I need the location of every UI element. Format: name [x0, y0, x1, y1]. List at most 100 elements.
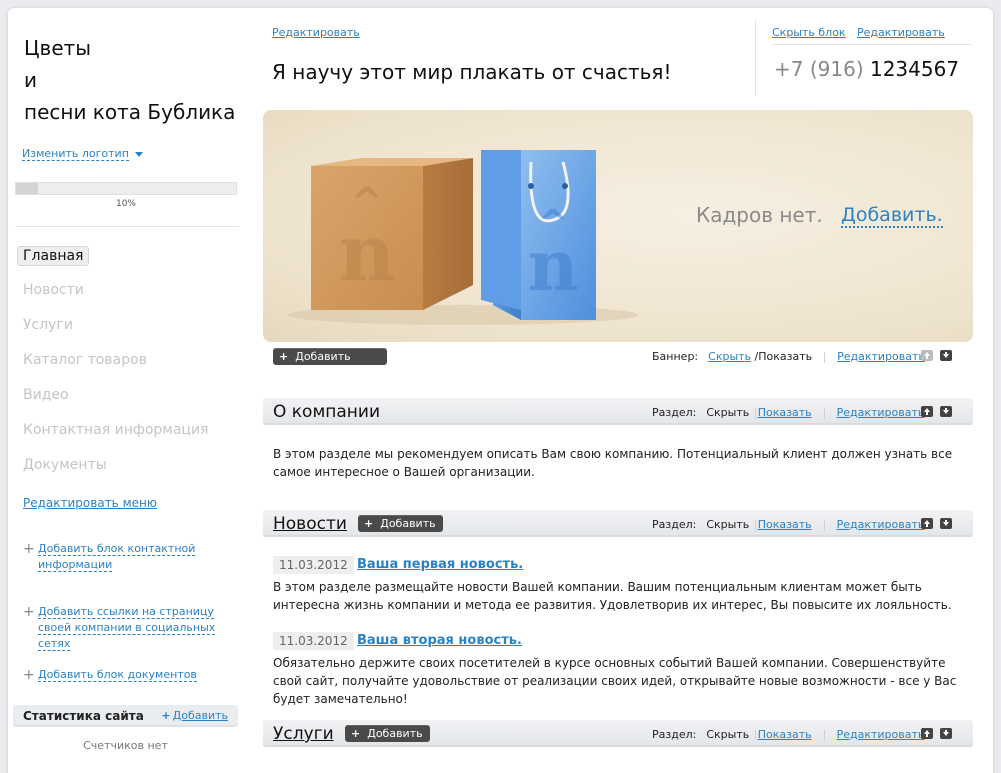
news-item-title[interactable]: Ваша первая новость. [357, 557, 523, 572]
section-controls-label: Раздел: [652, 406, 697, 419]
edit-contacts-label[interactable]: Редактировать [857, 26, 945, 39]
main-menu: Главная Новости Услуги Каталог товаров В… [16, 246, 208, 491]
menu-item-services[interactable]: Услуги [16, 316, 208, 351]
add-frame-button[interactable]: + Добавить кадр [273, 348, 387, 380]
stats-title: Статистика сайта [23, 709, 144, 723]
progress-label: 10% [115, 199, 136, 209]
add-social-links-label[interactable]: Добавить ссылки на страницу своей компан… [38, 605, 216, 651]
add-social-links[interactable]: + Добавить ссылки на страницу своей комп… [23, 604, 238, 652]
plus-icon: + [351, 727, 361, 740]
banner-empty-message: Кадров нет. [696, 203, 823, 227]
logo-line-2: и [24, 68, 37, 92]
edit-slogan-label[interactable]: Редактировать [272, 26, 360, 39]
plus-icon: + [364, 517, 374, 530]
services-title[interactable]: Услуги [273, 724, 334, 744]
plus-icon[interactable]: + [161, 709, 170, 722]
menu-item-contacts[interactable]: Контактная информация [16, 421, 208, 456]
plus-icon: + [23, 541, 35, 557]
site-logo: Цветы и песни кота Бублика [24, 32, 235, 128]
news-item-text: Обязательно держите своих посетителей в … [273, 656, 957, 706]
move-down-icon[interactable] [940, 350, 952, 361]
change-logo-link[interactable]: Изменить логотип [22, 147, 143, 161]
plus-icon: + [279, 350, 289, 363]
plus-icon: + [23, 667, 35, 683]
section-controls-label: Раздел: [652, 728, 697, 741]
news-title[interactable]: Новости [273, 514, 347, 534]
move-down-icon[interactable] [940, 406, 952, 417]
about-controls: Раздел: Скрыть Показать Редактировать [652, 406, 924, 419]
news-date: 11.03.2012 [273, 632, 354, 650]
progress-fill [16, 183, 38, 194]
add-contact-block[interactable]: + Добавить блок контактной информации [23, 541, 223, 573]
banner-edit-link[interactable]: Редактировать [837, 350, 925, 363]
section-hide-link[interactable]: Скрыть [706, 518, 749, 531]
move-up-icon[interactable] [921, 350, 933, 361]
menu-item-label[interactable]: Главная [17, 246, 90, 266]
site-slogan: Я научу этот мир плакать от счастья! [272, 60, 672, 84]
add-contact-block-label[interactable]: Добавить блок контактной информации [38, 542, 196, 572]
edit-menu-label[interactable]: Редактировать меню [23, 496, 157, 510]
banner-controls: Баннер: Скрыть /Показать Редактировать [652, 350, 925, 363]
site-stats-bar: Статистика сайта + Добавить [13, 705, 238, 727]
news-item-text: В этом разделе размещайте новости Вашей … [273, 580, 952, 612]
section-show-link[interactable]: Показать [758, 728, 812, 741]
section-edit-link[interactable]: Редактировать [837, 406, 925, 419]
svg-text:^: ^ [538, 203, 568, 244]
banner-hide-link[interactable]: Скрыть [708, 350, 751, 363]
menu-item-catalog[interactable]: Каталог товаров [16, 351, 208, 386]
no-counters-text: Счетчиков нет [83, 739, 168, 752]
menu-item-video[interactable]: Видео [16, 386, 208, 421]
divider [772, 44, 972, 45]
phone-code: +7 (916) [774, 57, 864, 81]
news-controls: Раздел: Скрыть Показать Редактировать [652, 518, 924, 531]
move-up-icon[interactable] [921, 728, 933, 739]
section-edit-link[interactable]: Редактировать [837, 518, 925, 531]
add-service-label: Добавить [367, 727, 423, 740]
banner-controls-label: Баннер: [652, 350, 699, 363]
fill-progress-bar [15, 182, 237, 195]
about-title: О компании [273, 402, 381, 422]
section-controls-label: Раздел: [652, 518, 697, 531]
news-item-title[interactable]: Ваша вторая новость. [357, 633, 522, 648]
add-news-button[interactable]: + Добавить [358, 515, 443, 532]
move-down-icon[interactable] [940, 728, 952, 739]
edit-slogan-link[interactable]: Редактировать [272, 26, 360, 39]
news-date: 11.03.2012 [273, 556, 354, 574]
add-news-label: Добавить [380, 517, 436, 530]
phone-number: +7 (916) 1234567 [774, 57, 959, 81]
add-documents-block-label[interactable]: Добавить блок документов [38, 668, 197, 682]
stats-add-button[interactable]: + Добавить [161, 709, 228, 722]
menu-item-home[interactable]: Главная [16, 246, 208, 281]
hide-block-link[interactable]: Скрыть блок [772, 26, 846, 39]
services-controls: Раздел: Скрыть Показать Редактировать [652, 728, 924, 741]
about-text: В этом разделе мы рекомендуем описать Ва… [273, 447, 953, 479]
add-service-button[interactable]: + Добавить [345, 725, 430, 742]
section-show-link[interactable]: Показать [758, 406, 812, 419]
menu-item-documents[interactable]: Документы [16, 456, 208, 491]
section-edit-link[interactable]: Редактировать [837, 728, 925, 741]
plus-icon: + [23, 604, 35, 620]
logo-line-1: Цветы [24, 36, 92, 60]
change-logo-label[interactable]: Изменить логотип [22, 147, 129, 161]
move-up-icon[interactable] [921, 518, 933, 529]
svg-text:^: ^ [350, 180, 384, 226]
section-show-link[interactable]: Показать [758, 518, 812, 531]
stats-add-label[interactable]: Добавить [173, 709, 228, 722]
banner-add-link[interactable]: Добавить. [841, 205, 943, 228]
logo-line-3: песни кота Бублика [24, 100, 236, 124]
chevron-down-icon[interactable] [134, 151, 143, 157]
edit-contacts-link[interactable]: Редактировать [857, 26, 945, 39]
phone-digits: 1234567 [869, 57, 960, 81]
section-hide-link[interactable]: Скрыть [706, 728, 749, 741]
banner-show-link: Показать [758, 350, 813, 363]
section-hide-link[interactable]: Скрыть [706, 406, 749, 419]
add-documents-block[interactable]: + Добавить блок документов [23, 667, 223, 683]
banner: n ^ n ^ Кадров нет. Добавить. [263, 110, 973, 342]
divider [755, 20, 756, 96]
menu-item-news[interactable]: Новости [16, 281, 208, 316]
move-down-icon[interactable] [940, 518, 952, 529]
divider [15, 226, 239, 227]
hide-block-label[interactable]: Скрыть блок [772, 26, 846, 39]
move-up-icon[interactable] [921, 406, 933, 417]
edit-menu-link[interactable]: Редактировать меню [23, 496, 157, 510]
